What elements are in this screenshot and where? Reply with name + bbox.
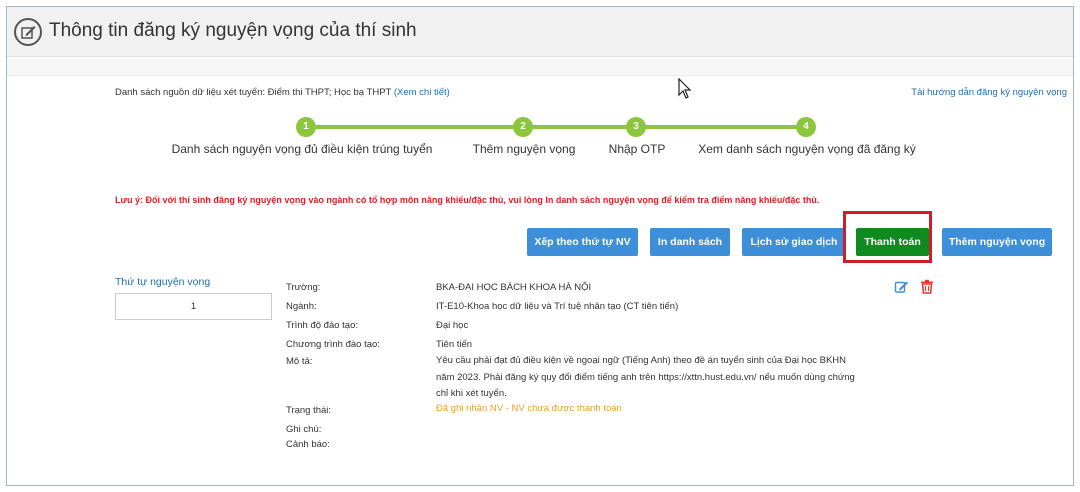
step-4-dot: 4: [796, 117, 816, 137]
step-1-label[interactable]: Danh sách nguyện vọng đủ điều kiện trúng…: [172, 142, 433, 156]
status-label: Trạng thái:: [286, 405, 332, 416]
download-guide-link[interactable]: Tải hướng dẫn đăng ký nguyện vọng: [911, 87, 1067, 98]
order-input[interactable]: 1: [115, 293, 272, 320]
title-bar: Thông tin đăng ký nguyện vọng của thí si…: [7, 7, 1073, 57]
edit-circle-icon: [14, 18, 42, 46]
step-3-label[interactable]: Nhập OTP: [609, 142, 666, 156]
header-divider: [7, 58, 1073, 76]
print-list-button[interactable]: In danh sách: [650, 228, 730, 256]
sort-by-order-button[interactable]: Xếp theo thứ tự NV: [527, 228, 638, 256]
step-2-dot: 2: [513, 117, 533, 137]
major-label: Ngành:: [286, 301, 317, 312]
step-1-dot: 1: [296, 117, 316, 137]
order-label: Thứ tự nguyện vọng: [115, 276, 211, 288]
level-value: Đại học: [436, 320, 469, 331]
edit-icon[interactable]: [894, 279, 909, 299]
step-2-label[interactable]: Thêm nguyện vọng: [473, 142, 576, 156]
add-aspiration-button[interactable]: Thêm nguyện vọng: [942, 228, 1052, 256]
view-details-link[interactable]: (Xem chi tiết): [394, 87, 450, 98]
page-title: Thông tin đăng ký nguyện vọng của thí si…: [49, 20, 417, 41]
school-value: BKA-ĐẠI HỌC BÁCH KHOA HÀ NỘI: [436, 282, 592, 293]
program-label: Chương trình đào tạo:: [286, 339, 380, 350]
description-label: Mô tả:: [286, 356, 313, 367]
level-label: Trình độ đào tạo:: [286, 320, 359, 331]
progress-line: [306, 125, 806, 129]
program-value: Tiên tiến: [436, 339, 473, 350]
description-value: Yêu cầu phải đạt đủ điều kiện về ngoại n…: [436, 355, 855, 399]
data-source-line: Danh sách nguồn dữ liệu xét tuyển: Điểm …: [115, 87, 450, 98]
trash-icon[interactable]: [920, 279, 934, 299]
highlight-box: [843, 211, 932, 263]
status-value: Đã ghi nhận NV - NV chưa được thanh toán: [436, 403, 622, 414]
major-value: IT-E10-Khoa học dữ liệu và Trí tuệ nhân …: [436, 301, 679, 312]
data-source-text: Danh sách nguồn dữ liệu xét tuyển: Điểm …: [115, 87, 392, 98]
mouse-cursor-icon: [678, 77, 692, 105]
notice-text: Lưu ý: Đối với thí sinh đăng ký nguyện v…: [115, 195, 820, 205]
warning-label: Cảnh báo:: [286, 439, 330, 450]
school-label: Trường:: [286, 282, 321, 293]
step-3-dot: 3: [626, 117, 646, 137]
note-label: Ghi chú:: [286, 424, 322, 435]
step-4-label[interactable]: Xem danh sách nguyện vọng đã đăng ký: [698, 142, 916, 156]
transaction-history-button[interactable]: Lịch sử giao dịch: [742, 228, 846, 256]
